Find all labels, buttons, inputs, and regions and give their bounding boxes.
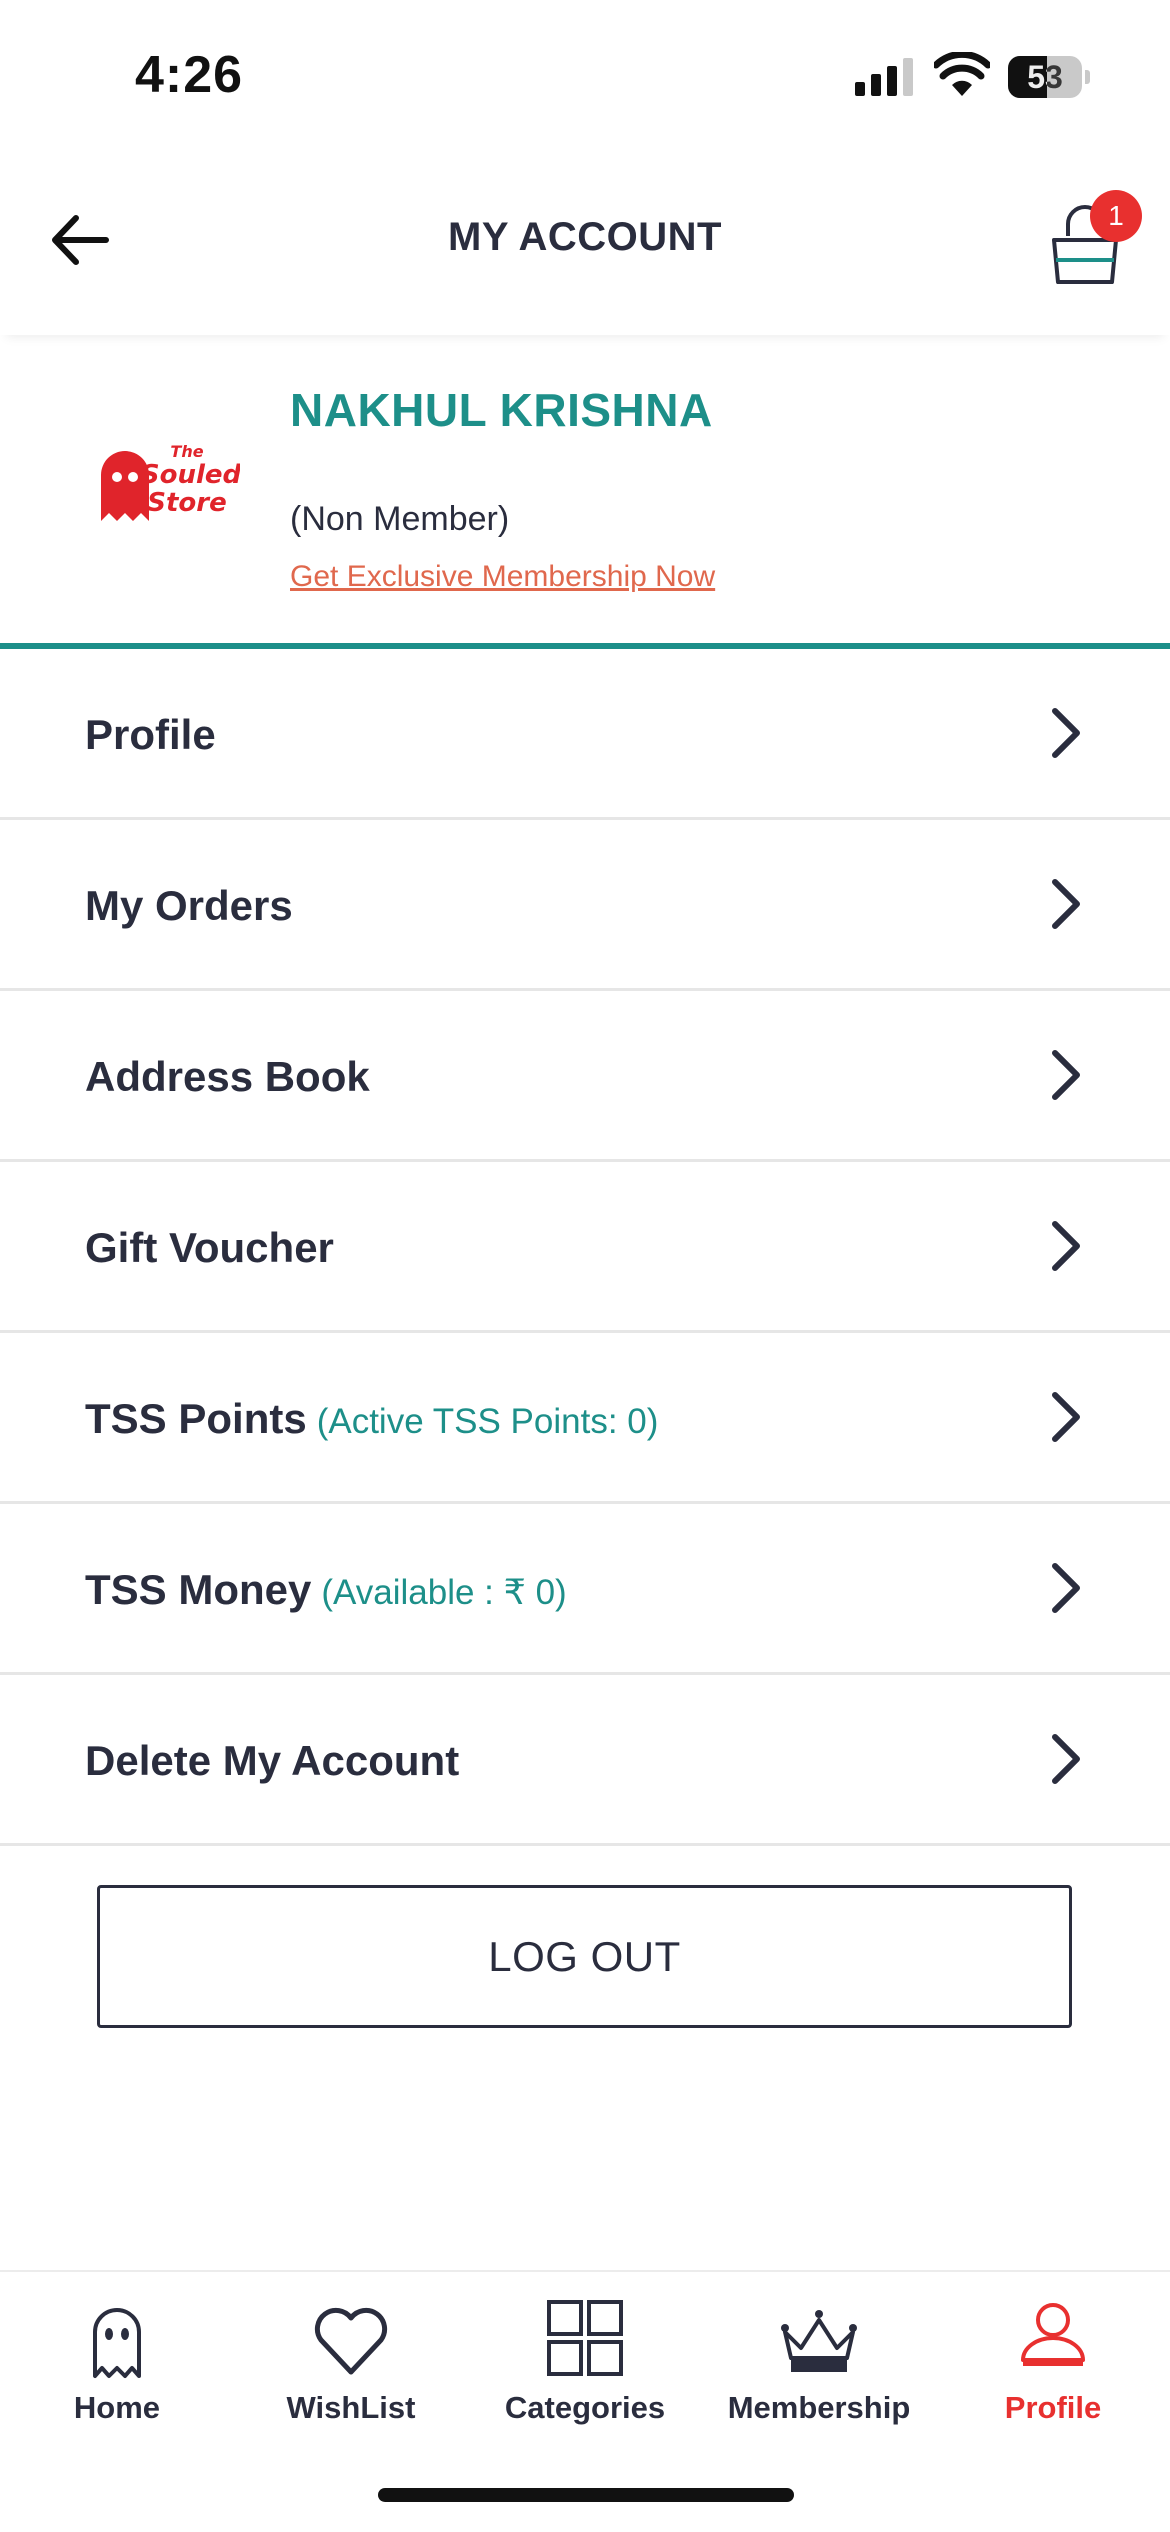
cellular-signal-icon	[855, 58, 913, 96]
menu-item-label: TSS Points (Active TSS Points: 0)	[85, 1395, 659, 1442]
nav-label: Membership	[727, 2390, 911, 2425]
menu-item-label: Delete My Account	[85, 1737, 460, 1784]
user-name: NAKHUL KRISHNA	[290, 384, 713, 436]
chevron-right-icon	[1052, 879, 1080, 929]
battery-percent: 53	[1027, 59, 1063, 95]
menu-item-tss-money[interactable]: TSS Money (Available : ₹ 0)	[0, 1504, 1170, 1675]
menu-item-label: TSS Money (Available : ₹ 0)	[85, 1566, 567, 1613]
nav-categories[interactable]: Categories	[468, 2272, 702, 2432]
menu-item-profile[interactable]: Profile	[0, 649, 1170, 820]
menu-item-gift-voucher[interactable]: Gift Voucher	[0, 1162, 1170, 1333]
cart-count-badge: 1	[1090, 190, 1142, 242]
status-bar: 4:26 53	[0, 0, 1170, 150]
svg-text:Store: Store	[147, 488, 226, 518]
chevron-right-icon	[1052, 1563, 1080, 1613]
menu-item-label: My Orders	[85, 882, 293, 929]
svg-text:The: The	[170, 442, 203, 461]
membership-status: (Non Member)	[290, 500, 510, 538]
chevron-right-icon	[1052, 1050, 1080, 1100]
wifi-icon	[934, 52, 990, 96]
svg-text:Souled: Souled	[141, 460, 240, 490]
my-account-screen: 4:26 53 MY ACCOUNT 1 The Souled Store NA…	[0, 0, 1170, 2532]
menu-item-address-book[interactable]: Address Book	[0, 991, 1170, 1162]
nav-label: WishList	[286, 2390, 416, 2425]
tss-points-balance: (Active TSS Points: 0)	[316, 1402, 659, 1441]
cart-button[interactable]: 1	[1040, 190, 1142, 290]
app-header: MY ACCOUNT 1	[0, 150, 1170, 335]
nav-wishlist[interactable]: WishList	[234, 2272, 468, 2432]
home-indicator[interactable]	[378, 2488, 794, 2502]
nav-profile[interactable]: Profile	[936, 2272, 1170, 2432]
crown-icon	[781, 2310, 857, 2372]
profile-summary: The Souled Store NAKHUL KRISHNA (Non Mem…	[0, 335, 1170, 645]
logout-button[interactable]: LOG OUT	[97, 1885, 1072, 2028]
back-button[interactable]	[45, 205, 115, 275]
souled-store-logo: The Souled Store	[101, 442, 240, 521]
nav-home[interactable]: Home	[0, 2272, 234, 2432]
menu-item-label: Profile	[85, 711, 216, 758]
menu-item-tss-points[interactable]: TSS Points (Active TSS Points: 0)	[0, 1333, 1170, 1504]
chevron-right-icon	[1052, 708, 1080, 758]
arrow-left-icon	[52, 215, 109, 265]
menu-item-label: Gift Voucher	[85, 1224, 334, 1271]
chevron-right-icon	[1052, 1734, 1080, 1784]
page-title: MY ACCOUNT	[448, 215, 722, 259]
ghost-icon	[93, 2308, 141, 2378]
user-icon	[1021, 2303, 1085, 2366]
heart-icon	[314, 2307, 388, 2375]
nav-label: Categories	[504, 2390, 666, 2425]
menu-item-delete-account[interactable]: Delete My Account	[0, 1675, 1170, 1846]
chevron-right-icon	[1052, 1392, 1080, 1442]
menu-item-my-orders[interactable]: My Orders	[0, 820, 1170, 991]
nav-label: Home	[73, 2390, 161, 2425]
tss-money-balance: (Available : ₹ 0)	[321, 1573, 567, 1612]
status-time: 4:26	[135, 46, 244, 104]
chevron-right-icon	[1052, 1221, 1080, 1271]
menu-item-label: Address Book	[85, 1053, 370, 1100]
nav-label: Profile	[1004, 2390, 1102, 2425]
account-menu: Profile My Orders Address Book Gift Vouc…	[0, 649, 1170, 1846]
battery-icon: 53	[1008, 56, 1090, 98]
get-membership-link[interactable]: Get Exclusive Membership Now	[290, 560, 715, 594]
nav-membership[interactable]: Membership	[702, 2272, 936, 2432]
grid-icon	[547, 2300, 623, 2376]
